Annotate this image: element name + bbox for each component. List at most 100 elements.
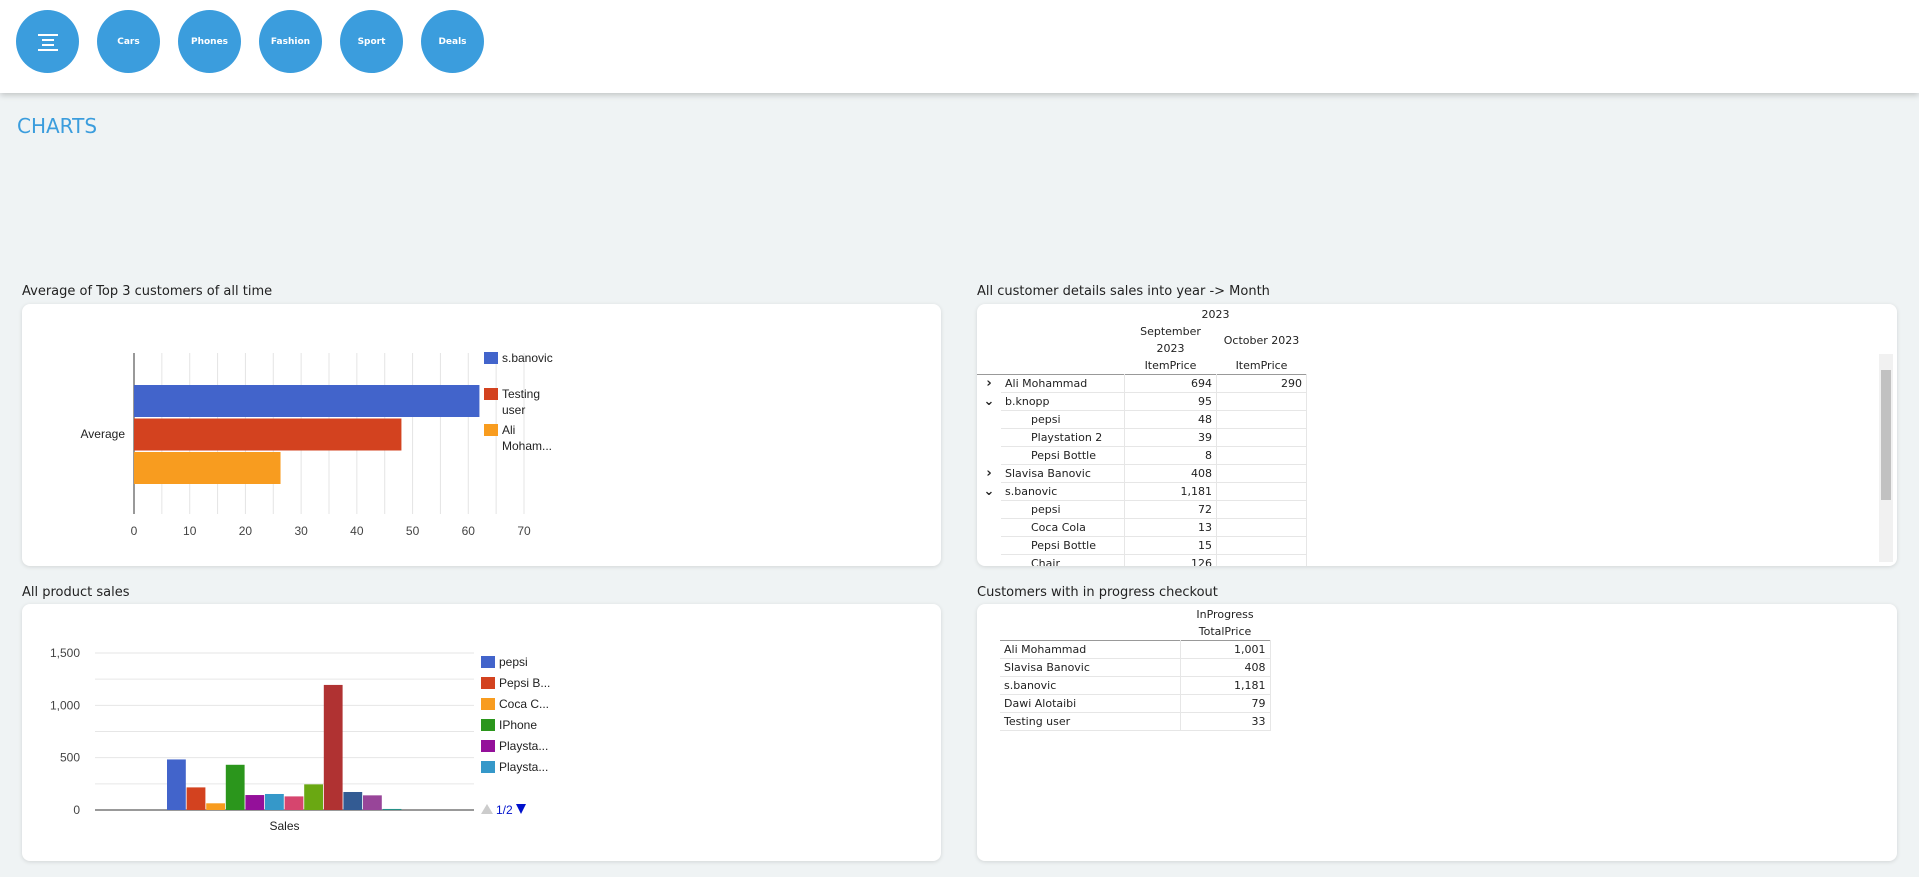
x-tick-label: 40 <box>350 524 364 538</box>
x-tick-label: 0 <box>131 524 138 538</box>
pivot-row: pepsi 72 <box>977 500 1307 519</box>
nav-phones[interactable]: Phones <box>178 10 241 73</box>
y-tick-label: 1,500 <box>50 646 80 660</box>
nav-cars[interactable]: Cars <box>97 10 160 73</box>
top-customers-chart: 0 10 20 30 40 50 60 70 Average s.banovic Testing us… <box>81 351 553 538</box>
inprogress-panel: InProgress TotalPrice Ali Mohammad 1,001 S… <box>977 604 1897 861</box>
bar <box>363 795 382 810</box>
scrollbar-thumb[interactable] <box>1881 370 1891 500</box>
nav-deals[interactable]: Deals <box>421 10 484 73</box>
pivot-title: All customer details sales into year -> … <box>977 284 1270 299</box>
page-up-icon <box>481 804 493 814</box>
legend-swatch <box>484 352 498 364</box>
pivot-row: ⌄ b.knopp 95 <box>977 392 1307 411</box>
spacer <box>977 429 1001 447</box>
bar <box>134 385 480 417</box>
inprogress-title: Customers with in progress checkout <box>977 585 1218 600</box>
menu-button[interactable] <box>16 10 79 73</box>
sep-value: 408 <box>1124 464 1217 483</box>
table-row: Testing user 33 <box>1000 712 1271 731</box>
pivot-row: › Slavisa Banovic 408 <box>977 464 1307 483</box>
bar <box>304 784 323 810</box>
pivot-row: Chair 126 <box>977 554 1307 567</box>
pivot-panel: 2023 September 2023 October 2023 ItemPric… <box>977 304 1897 566</box>
bar <box>206 803 225 810</box>
oct-value: 290 <box>1216 374 1307 393</box>
category-label: Average <box>81 427 126 441</box>
oct-value <box>1216 392 1307 411</box>
sep-value: 13 <box>1124 518 1217 537</box>
total-price: 79 <box>1179 694 1271 713</box>
top-nav: Cars Phones Fashion Sport Deals <box>0 0 1919 93</box>
bar <box>284 796 304 810</box>
x-tick-label: 30 <box>294 524 308 538</box>
pivot-row: ⌄ s.banovic 1,181 <box>977 482 1307 501</box>
sep-value: 1,181 <box>1124 482 1217 501</box>
chevron-down-icon[interactable]: ⌄ <box>977 483 1001 501</box>
inprogress-table: InProgress TotalPrice Ali Mohammad 1,001 S… <box>1000 606 1271 731</box>
sep-value: 39 <box>1124 428 1217 447</box>
sep-value: 72 <box>1124 500 1217 519</box>
legend-label: pepsi <box>499 655 528 669</box>
total-price: 408 <box>1179 658 1271 677</box>
row-label: Slavisa Banovic <box>1001 464 1125 483</box>
page-down-icon[interactable] <box>516 804 526 814</box>
spacer <box>977 519 1001 537</box>
sep-value: 694 <box>1124 374 1217 393</box>
table-row: Slavisa Banovic 408 <box>1000 658 1271 677</box>
legend-label: IPhone <box>499 718 537 732</box>
oct-value <box>1216 482 1307 501</box>
legend-swatch <box>481 761 495 773</box>
row-label: Pepsi Bottle <box>1001 446 1125 465</box>
y-tick-label: 500 <box>60 751 80 765</box>
table-row: Dawi Alotaibi 79 <box>1000 694 1271 713</box>
total-price: 1,001 <box>1179 640 1271 659</box>
bar <box>323 684 343 810</box>
sep-value: 15 <box>1124 536 1217 555</box>
legend-label: Testing user <box>502 387 540 417</box>
chevron-down-icon[interactable]: ⌄ <box>977 393 1001 411</box>
sep-value: 8 <box>1124 446 1217 465</box>
customer-name: Slavisa Banovic <box>1000 658 1180 677</box>
legend-swatch <box>481 677 495 689</box>
customer-name: Ali Mohammad <box>1000 640 1180 659</box>
chevron-right-icon[interactable]: › <box>977 375 1001 393</box>
x-tick-label: 10 <box>183 524 197 538</box>
customer-name: Testing user <box>1000 712 1180 731</box>
align-center-icon <box>37 33 58 51</box>
oct-value <box>1216 464 1307 483</box>
legend-label: Playsta... <box>499 739 548 753</box>
pivot-row: › Ali Mohammad 694 290 <box>977 374 1307 393</box>
bar <box>265 793 284 810</box>
nav-fashion[interactable]: Fashion <box>259 10 322 73</box>
row-label: s.banovic <box>1001 482 1125 501</box>
legend-swatch <box>481 698 495 710</box>
inprogress-header: InProgress <box>1196 608 1254 621</box>
y-tick-label: 1,000 <box>50 698 80 712</box>
pivot-row: Coca Cola 13 <box>977 518 1307 537</box>
pivot-row: Pepsi Bottle 8 <box>977 446 1307 465</box>
nav-sport[interactable]: Sport <box>340 10 403 73</box>
total-price: 1,181 <box>1179 676 1271 695</box>
oct-value <box>1216 446 1307 465</box>
page-title: CHARTS <box>17 114 98 138</box>
month-header: October 2023 <box>1223 333 1300 347</box>
chevron-right-icon[interactable]: › <box>977 465 1001 483</box>
y-tick-label: 0 <box>73 803 80 817</box>
oct-value <box>1216 536 1307 555</box>
bar <box>245 795 265 810</box>
legend-label: Pepsi B... <box>499 676 550 690</box>
row-label: Playstation 2 <box>1001 428 1125 447</box>
table-row: Ali Mohammad 1,001 <box>1000 640 1271 659</box>
top-customers-title: Average of Top 3 customers of all time <box>22 284 273 299</box>
x-axis-label: Sales <box>269 819 299 833</box>
bar <box>134 452 281 484</box>
pivot-row: pepsi 48 <box>977 410 1307 429</box>
scrollbar[interactable] <box>1879 354 1893 562</box>
row-label: pepsi <box>1001 500 1125 519</box>
oct-value <box>1216 410 1307 429</box>
spacer <box>977 555 1001 567</box>
legend-swatch <box>481 719 495 731</box>
measure-header: ItemPrice <box>1144 359 1197 372</box>
oct-value <box>1216 518 1307 537</box>
